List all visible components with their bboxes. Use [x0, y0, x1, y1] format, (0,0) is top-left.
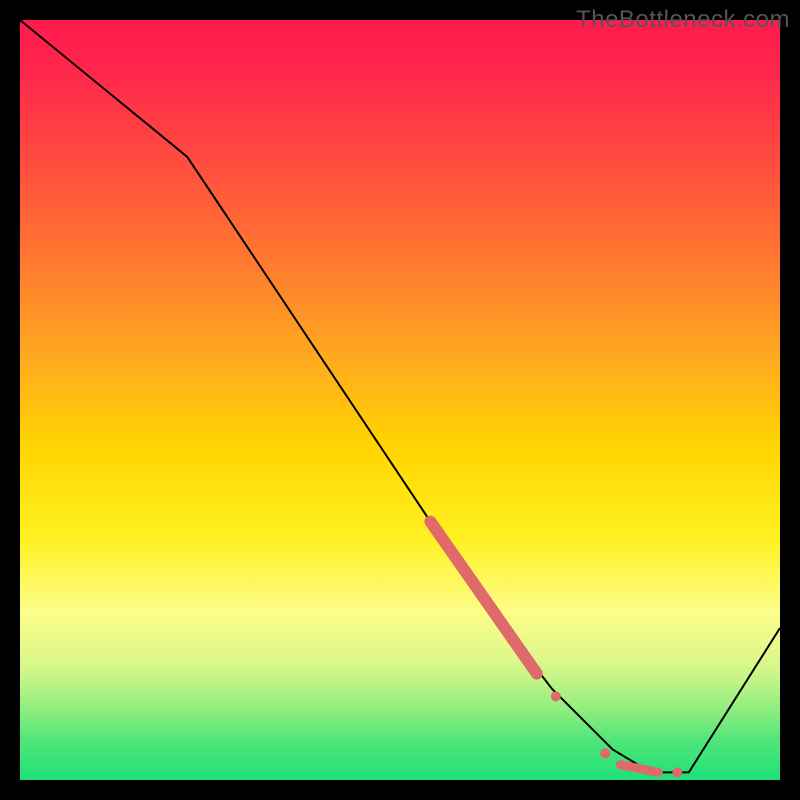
thick-segment	[430, 522, 536, 674]
chart-frame: TheBottleneck.com	[0, 0, 800, 800]
chart-svg	[20, 20, 780, 780]
plot-area	[20, 20, 780, 780]
short-seg	[620, 765, 658, 773]
highlight-group	[430, 522, 677, 773]
watermark-text: TheBottleneck.com	[576, 6, 790, 34]
bottleneck-curve	[20, 20, 780, 772]
